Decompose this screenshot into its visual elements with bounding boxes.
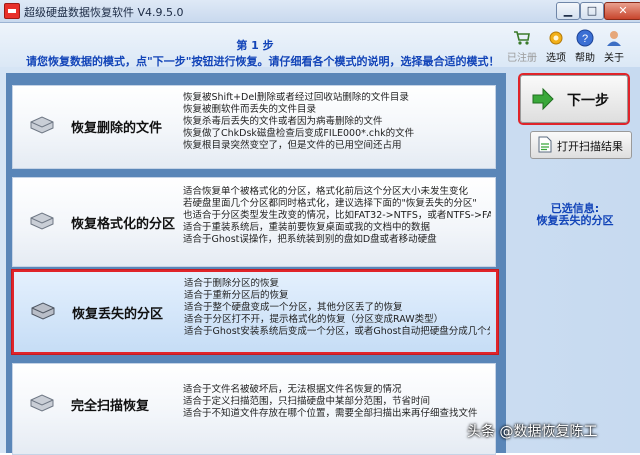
close-button[interactable]: ✕ [604, 2, 640, 20]
hard-drive-icon [30, 394, 54, 412]
cart-icon [514, 31, 530, 45]
minimize-button[interactable]: ▁ [556, 2, 580, 20]
mode-recover-lost-partition[interactable]: 恢复丢失的分区 适合于删除分区的恢复 适合于重新分区后的恢复 适合于整个硬盘变成… [12, 270, 498, 354]
mode-description-line: 适合于删除分区的恢复 [184, 278, 280, 289]
next-step-label: 下一步 [567, 93, 609, 109]
mode-recover-formatted-partition[interactable]: 恢复格式化的分区 适合恢复单个被格式化的分区，格式化前后这个分区大小未发生变化 … [12, 177, 496, 267]
mode-description-line: 适合于定义扫描范围，只扫描硬盘中某部分范围，节省时间 [183, 396, 431, 407]
step-header: 第 1 步 请您恢复数据的模式，点"下一步"按钮进行恢复。请仔细看各个模式的说明… [0, 23, 640, 68]
mode-description-line: 适合于重装系统后，重装前要恢复桌面或我的文档中的数据 [183, 222, 431, 233]
register-button[interactable]: 已注册 [504, 29, 540, 64]
help-label: 帮助 [575, 53, 595, 64]
mode-description-line: 适合恢复单个被格式化的分区，格式化前后这个分区大小未发生变化 [183, 186, 469, 197]
document-icon [538, 136, 552, 153]
mode-description: 恢复被Shift+Del删除或者经过回收站删除的文件目录 恢复被删软件而丢失的文… [183, 92, 491, 152]
hard-drive-icon [31, 302, 55, 320]
step-title: 第 1 步 [236, 39, 274, 52]
help-button[interactable]: ? 帮助 [571, 29, 599, 64]
mode-description-line: 适合于Ghost误操作，把系统装到别的盘如D盘或者移动硬盘 [183, 234, 437, 245]
mode-full-scan-recovery[interactable]: 完全扫描恢复 适合于文件名被破坏后，无法根据文件名恢复的情况 适合于定义扫描范围… [12, 363, 496, 455]
mode-title: 恢复格式化的分区 [71, 217, 176, 232]
mode-description-line: 适合于文件名被破坏后，无法根据文件名恢复的情况 [183, 384, 402, 395]
open-scan-results-label: 打开扫描结果 [557, 140, 623, 153]
watermark-text: 头条 @数据恢复陈工 [467, 424, 598, 440]
hard-drive-icon [30, 116, 54, 134]
close-icon: ✕ [618, 4, 628, 17]
mode-title: 完全扫描恢复 [71, 399, 150, 414]
maximize-button[interactable]: □ [580, 2, 604, 20]
mode-description-line: 适合于分区打不开，提示格式化的恢复（分区变成RAW类型） [184, 314, 444, 325]
hard-drive-icon [30, 212, 54, 230]
svg-text:?: ? [582, 33, 588, 45]
mode-description-line: 适合于不知道文件存放在哪个位置，需要全部扫描出来再仔细查找文件 [183, 408, 478, 419]
mode-title: 恢复丢失的分区 [72, 307, 164, 322]
maximize-icon: □ [586, 4, 598, 17]
mode-description-line: 适合于Ghost安装系统后变成一个分区，或者Ghost自动把硬盘分成几个分区 [184, 326, 490, 337]
window-title: 超级硬盘数据恢复软件 V4.9.5.0 [24, 6, 184, 19]
about-label: 关于 [604, 53, 624, 64]
mode-description: 适合于删除分区的恢复 适合于重新分区后的恢复 适合于整个硬盘变成一个分区，其他分… [184, 278, 490, 338]
mode-recover-deleted-files[interactable]: 恢复删除的文件 恢复被Shift+Del删除或者经过回收站删除的文件目录 恢复被… [12, 85, 496, 169]
mode-description-line: 适合于整个硬盘变成一个分区，其他分区丢了的恢复 [184, 302, 403, 313]
mode-description-line: 恢复做了ChkDsk磁盘检查后变成FILE000*.chk的文件 [183, 128, 415, 139]
mode-description-line: 若硬盘里面几个分区都同时格式化，建议选择下面的"恢复丢失的分区" [183, 198, 477, 209]
mode-description: 适合恢复单个被格式化的分区，格式化前后这个分区大小未发生变化 若硬盘里面几个分区… [183, 186, 491, 246]
about-button[interactable]: 关于 [600, 29, 628, 64]
next-step-button[interactable]: 下一步 [520, 75, 628, 123]
app-logo-icon [4, 3, 20, 19]
minimize-icon: ▁ [563, 4, 573, 17]
register-label: 已注册 [507, 53, 537, 64]
title-bar: 超级硬盘数据恢复软件 V4.9.5.0 ▁ □ ✕ [0, 0, 640, 23]
selection-value: 恢复丢失的分区 [536, 214, 614, 227]
options-button[interactable]: 选项 [542, 29, 570, 64]
user-icon [607, 31, 621, 46]
mode-description-line: 适合于重新分区后的恢复 [184, 290, 289, 301]
mode-description-line: 也适合于分区类型发生改变的情况，比如FAT32->NTFS，或者NTFS->FA… [183, 210, 491, 221]
arrow-right-icon [532, 87, 554, 111]
mode-description: 适合于文件名被破坏后，无法根据文件名恢复的情况 适合于定义扫描范围，只扫描硬盘中… [183, 384, 491, 420]
main-area: 恢复删除的文件 恢复被Shift+Del删除或者经过回收站删除的文件目录 恢复被… [0, 67, 640, 455]
open-scan-results-button[interactable]: 打开扫描结果 [530, 131, 632, 159]
options-label: 选项 [546, 53, 566, 64]
mode-description-line: 恢复被Shift+Del删除或者经过回收站删除的文件目录 [183, 92, 409, 103]
mode-description-line: 恢复被删软件而丢失的文件目录 [183, 104, 317, 115]
help-icon: ? [576, 29, 594, 47]
mode-description-line: 恢复根目录突然变空了，但是文件的已用空间还占用 [183, 140, 402, 151]
mode-description-line: 恢复杀毒后丢失的文件或者因为病毒删除的文件 [183, 116, 383, 127]
mode-title: 恢复删除的文件 [71, 121, 163, 136]
gear-icon [549, 31, 563, 45]
